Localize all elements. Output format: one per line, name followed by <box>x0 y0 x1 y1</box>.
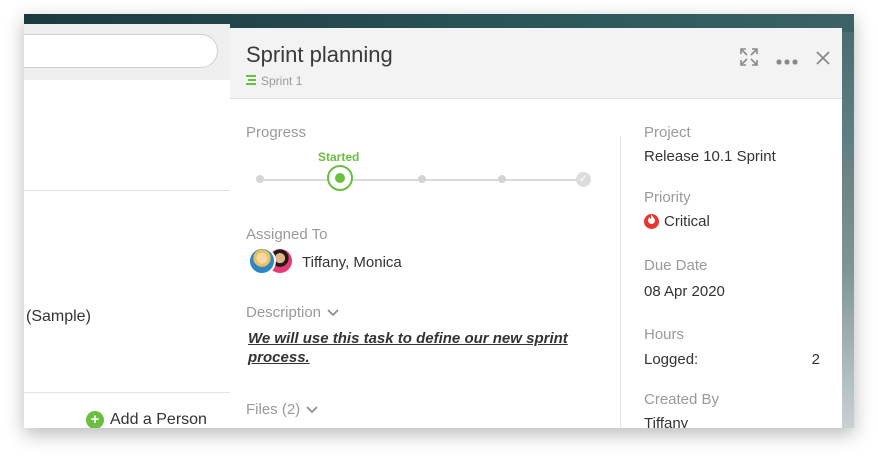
assigned-label: Assigned To <box>246 226 328 243</box>
hours-logged-value: 2 <box>811 351 820 368</box>
project-name-sample[interactable]: (Sample) <box>26 308 91 326</box>
add-person-label: Add a Person <box>110 411 207 428</box>
background-edge <box>842 32 854 428</box>
app-window: (Sample) + Add a Person Sprint planning … <box>24 14 854 428</box>
hours-logged-label: Logged: <box>644 351 699 368</box>
task-header: Sprint planning Sprint 1 <box>230 28 842 99</box>
column-divider <box>620 136 621 428</box>
left-panel-header <box>24 24 230 80</box>
created-by-label: Created By <box>644 391 720 408</box>
hours-logged-row[interactable]: Logged: 2 <box>644 351 820 368</box>
assignee-avatars[interactable] <box>248 246 294 278</box>
header-actions <box>740 48 830 69</box>
progress-state: Started <box>318 150 360 164</box>
progress-step-2-current[interactable] <box>327 165 353 191</box>
task-title[interactable]: Sprint planning <box>246 42 393 68</box>
plus-circle-icon: + <box>86 411 104 428</box>
divider <box>24 392 230 393</box>
progress-label: Progress <box>246 124 307 141</box>
avatar <box>248 247 276 275</box>
expand-icon[interactable] <box>740 48 758 69</box>
project-label: Project <box>644 124 691 141</box>
more-icon[interactable] <box>776 50 798 68</box>
critical-flame-icon <box>644 214 659 229</box>
description-label: Description <box>246 304 322 321</box>
task-detail-panel: Sprint planning Sprint 1 Progress Starte… <box>230 28 842 428</box>
close-icon[interactable] <box>816 50 830 68</box>
priority-text: Critical <box>664 213 710 230</box>
chevron-down-icon <box>327 306 339 320</box>
search-input[interactable] <box>24 34 218 68</box>
sprint-list-icon <box>246 74 257 88</box>
files-toggle[interactable]: Files (2) <box>246 401 318 418</box>
files-label: Files (2) <box>246 401 301 418</box>
priority-label: Priority <box>644 189 691 206</box>
hours-label: Hours <box>644 326 685 343</box>
priority-value[interactable]: Critical <box>644 213 710 230</box>
assignee-names[interactable]: Tiffany, Monica <box>302 254 402 271</box>
sprint-label: Sprint 1 <box>261 74 303 88</box>
created-by-value: Tiffany <box>644 415 689 428</box>
project-value[interactable]: Release 10.1 Sprint <box>644 148 776 165</box>
description-text[interactable]: We will use this task to define our new … <box>248 329 588 367</box>
add-person-button[interactable]: + Add a Person <box>86 411 207 428</box>
divider <box>24 190 230 191</box>
progress-step-1[interactable] <box>256 175 264 183</box>
due-date-label: Due Date <box>644 257 708 274</box>
check-icon[interactable]: ✓ <box>576 172 591 187</box>
due-date-value[interactable]: 08 Apr 2020 <box>644 283 725 300</box>
description-toggle[interactable]: Description <box>246 304 339 321</box>
left-panel: (Sample) + Add a Person <box>24 24 230 428</box>
progress-step-3[interactable] <box>418 175 426 183</box>
sprint-tag[interactable]: Sprint 1 <box>246 74 302 88</box>
chevron-down-icon <box>306 403 318 417</box>
progress-step-4[interactable] <box>498 175 506 183</box>
